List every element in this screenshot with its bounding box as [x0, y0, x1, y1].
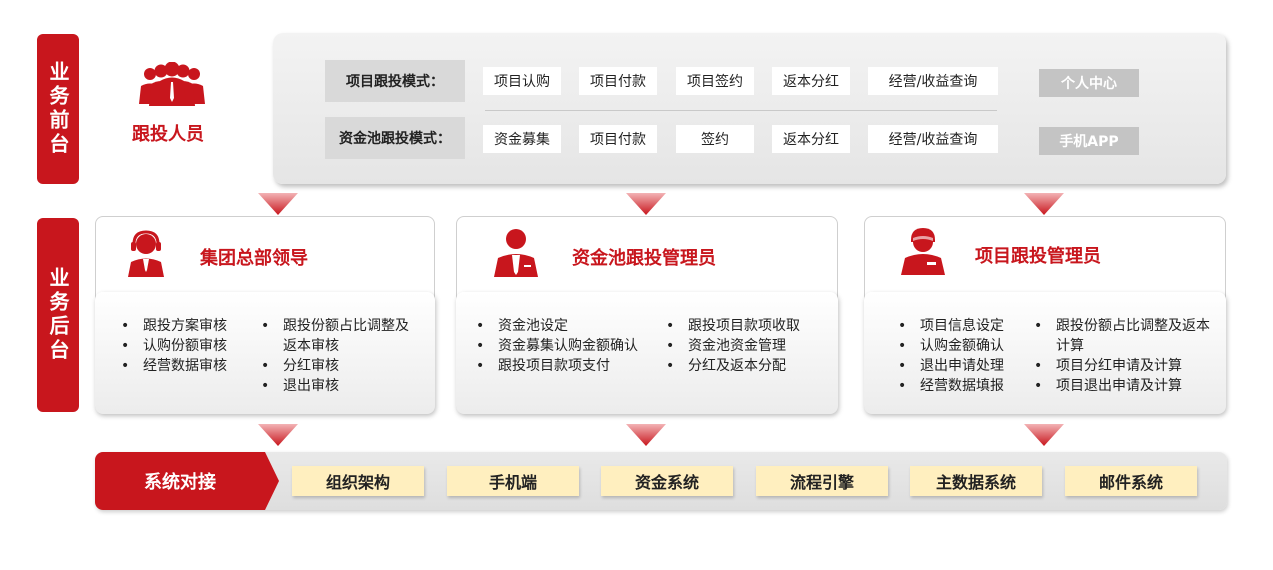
task-item: 认购金额确认 — [898, 336, 1038, 356]
step-chip: 签约 — [676, 125, 754, 153]
task-item: 退出申请处理 — [898, 356, 1038, 376]
task-box-group-leader: 跟投方案审核 认购份额审核 经营数据审核 跟投份额占比调整及返本审核 分红审核 … — [95, 292, 435, 414]
divider — [485, 110, 997, 111]
task-list: 项目信息设定 认购金额确认 退出申请处理 经营数据填报 — [898, 316, 1038, 396]
task-list: 跟投项目款项收取 资金池资金管理 分红及返本分配 — [666, 316, 836, 376]
arrow-down-icon — [1024, 424, 1064, 446]
people-title: 跟投人员 — [132, 124, 204, 145]
system-item: 邮件系统 — [1065, 466, 1197, 496]
task-item: 项目信息设定 — [898, 316, 1038, 336]
task-item: 项目退出申请及计算 — [1034, 376, 1214, 396]
staff-person-icon — [901, 228, 945, 275]
system-item: 资金系统 — [601, 466, 733, 496]
step-chip: 经营/收益查询 — [868, 67, 998, 95]
step-chip: 返本分红 — [772, 67, 850, 95]
task-item: 经营数据审核 — [121, 356, 251, 376]
mode-label-project: 项目跟投模式： — [325, 60, 465, 102]
task-item: 跟投项目款项支付 — [476, 356, 666, 376]
role-title-pool-manager: 资金池跟投管理员 — [572, 248, 716, 269]
system-item: 流程引擎 — [756, 466, 888, 496]
headset-person-icon — [128, 230, 164, 277]
arrow-down-icon — [1024, 193, 1064, 215]
task-box-pool-manager: 资金池设定 资金募集认购金额确认 跟投项目款项支付 跟投项目款项收取 资金池资金… — [456, 292, 838, 414]
role-title-group-leader: 集团总部领导 — [200, 248, 308, 269]
task-item: 资金募集认购金额确认 — [476, 336, 666, 356]
arrow-down-icon — [258, 424, 298, 446]
role-title-project-manager: 项目跟投管理员 — [975, 246, 1101, 267]
mobile-app-button[interactable]: 手机APP — [1039, 127, 1139, 155]
task-item: 经营数据填报 — [898, 376, 1038, 396]
task-item: 资金池资金管理 — [666, 336, 836, 356]
task-box-project-manager: 项目信息设定 认购金额确认 退出申请处理 经营数据填报 跟投份额占比调整及返本计… — [864, 292, 1226, 414]
task-item: 跟投份额占比调整及返本审核 — [261, 316, 411, 356]
step-chip: 项目付款 — [579, 125, 657, 153]
step-chip: 经营/收益查询 — [868, 125, 998, 153]
group-people-icon — [139, 62, 205, 106]
front-modes-panel — [273, 33, 1226, 184]
task-item: 项目分红申请及计算 — [1034, 356, 1214, 376]
task-list: 跟投方案审核 认购份额审核 经营数据审核 — [121, 316, 251, 376]
people-area — [79, 34, 279, 184]
step-chip: 项目签约 — [676, 67, 754, 95]
task-item: 跟投份额占比调整及返本计算 — [1034, 316, 1214, 356]
task-item: 分红及返本分配 — [666, 356, 836, 376]
step-chip: 资金募集 — [483, 125, 561, 153]
step-chip: 项目认购 — [483, 67, 561, 95]
task-list: 跟投份额占比调整及返本审核 分红审核 退出审核 — [261, 316, 411, 396]
task-item: 认购份额审核 — [121, 336, 251, 356]
step-chip: 项目付款 — [579, 67, 657, 95]
personal-center-button[interactable]: 个人中心 — [1039, 69, 1139, 97]
task-list: 资金池设定 资金募集认购金额确认 跟投项目款项支付 — [476, 316, 666, 376]
system-item: 手机端 — [447, 466, 579, 496]
task-item: 分红审核 — [261, 356, 411, 376]
front-office-label: 业务前台 — [37, 34, 79, 184]
task-item: 跟投项目款项收取 — [666, 316, 836, 336]
businessman-icon — [494, 229, 538, 277]
task-item: 跟投方案审核 — [121, 316, 251, 336]
mode-label-pool: 资金池跟投模式： — [325, 117, 465, 159]
system-item: 组织架构 — [292, 466, 424, 496]
task-list: 跟投份额占比调整及返本计算 项目分红申请及计算 项目退出申请及计算 — [1034, 316, 1214, 396]
step-chip: 返本分红 — [772, 125, 850, 153]
task-item: 资金池设定 — [476, 316, 666, 336]
arrow-down-icon — [626, 193, 666, 215]
system-item: 主数据系统 — [910, 466, 1042, 496]
system-integration-label: 系统对接 — [95, 452, 279, 510]
task-item: 退出审核 — [261, 376, 411, 396]
arrow-down-icon — [258, 193, 298, 215]
back-office-label: 业务后台 — [37, 218, 79, 412]
arrow-down-icon — [626, 424, 666, 446]
